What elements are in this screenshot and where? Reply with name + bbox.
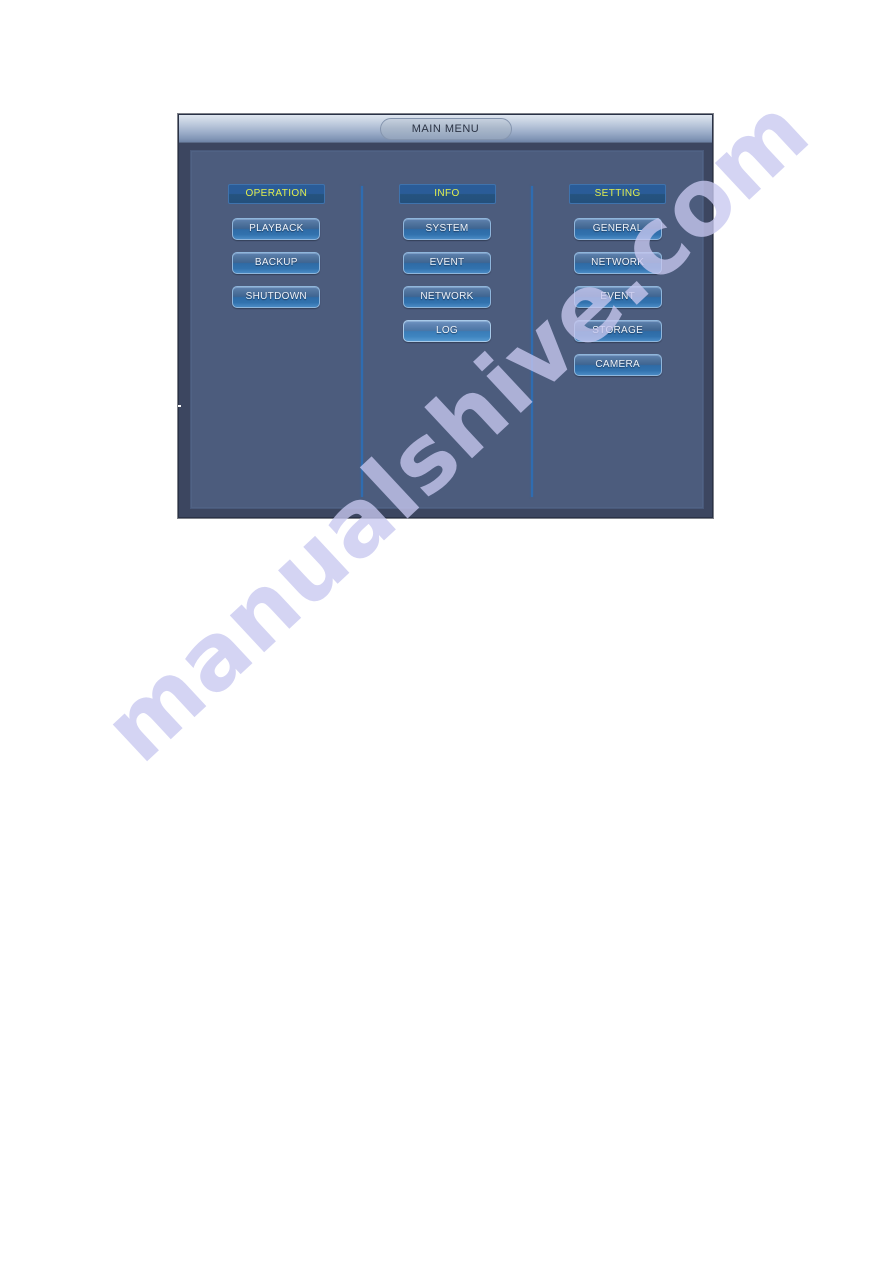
menu-button-backup-label: BACKUP [254, 257, 298, 268]
column-header-setting: SETTING [569, 184, 667, 204]
column-header-operation: OPERATION [227, 184, 325, 204]
main-menu-dialog: MAIN MENU OPERATION PLAYBACK BACKUP SHUT… [178, 114, 713, 518]
menu-button-setting-network[interactable]: NETWORK [573, 252, 662, 274]
dialog-body: OPERATION PLAYBACK BACKUP SHUTDOWN INFO … [179, 143, 712, 517]
menu-button-info-event[interactable]: EVENT [403, 252, 491, 274]
menu-button-info-network-label: NETWORK [420, 291, 474, 302]
menu-column-operation: OPERATION PLAYBACK BACKUP SHUTDOWN [191, 151, 362, 508]
menu-button-setting-network-label: NETWORK [591, 257, 645, 268]
menu-button-shutdown[interactable]: SHUTDOWN [232, 286, 321, 308]
menu-panel: OPERATION PLAYBACK BACKUP SHUTDOWN INFO … [190, 150, 704, 509]
menu-button-camera[interactable]: CAMERA [573, 354, 662, 376]
dialog-title: MAIN MENU [411, 122, 480, 135]
menu-button-camera-label: CAMERA [595, 359, 640, 370]
menu-button-storage[interactable]: STORAGE [573, 320, 662, 342]
menu-button-log[interactable]: LOG [403, 320, 491, 342]
menu-columns: OPERATION PLAYBACK BACKUP SHUTDOWN INFO … [191, 151, 703, 508]
menu-button-general[interactable]: GENERAL [573, 218, 662, 240]
menu-button-playback[interactable]: PLAYBACK [232, 218, 321, 240]
menu-button-setting-event-label: EVENT [600, 291, 636, 302]
menu-column-info: INFO SYSTEM EVENT NETWORK LOG [362, 151, 533, 508]
dialog-title-pill: MAIN MENU [379, 118, 512, 140]
column-header-setting-label: SETTING [594, 188, 641, 199]
menu-button-storage-label: STORAGE [592, 325, 644, 336]
menu-button-log-label: LOG [435, 325, 459, 336]
menu-button-backup[interactable]: BACKUP [232, 252, 321, 274]
menu-button-system[interactable]: SYSTEM [403, 218, 491, 240]
menu-button-info-network[interactable]: NETWORK [403, 286, 491, 308]
menu-button-general-label: GENERAL [592, 223, 643, 234]
menu-button-info-event-label: EVENT [429, 257, 465, 268]
menu-column-setting: SETTING GENERAL NETWORK EVENT STORAGE CA… [532, 151, 703, 508]
menu-button-setting-event[interactable]: EVENT [573, 286, 662, 308]
menu-button-shutdown-label: SHUTDOWN [245, 291, 307, 302]
column-header-info: INFO [398, 184, 496, 204]
dialog-edge-artifact [178, 405, 181, 407]
menu-button-system-label: SYSTEM [425, 223, 469, 234]
dialog-titlebar: MAIN MENU [179, 115, 712, 143]
column-header-operation-label: OPERATION [245, 188, 308, 199]
menu-button-playback-label: PLAYBACK [249, 223, 304, 234]
column-header-info-label: INFO [434, 188, 460, 199]
